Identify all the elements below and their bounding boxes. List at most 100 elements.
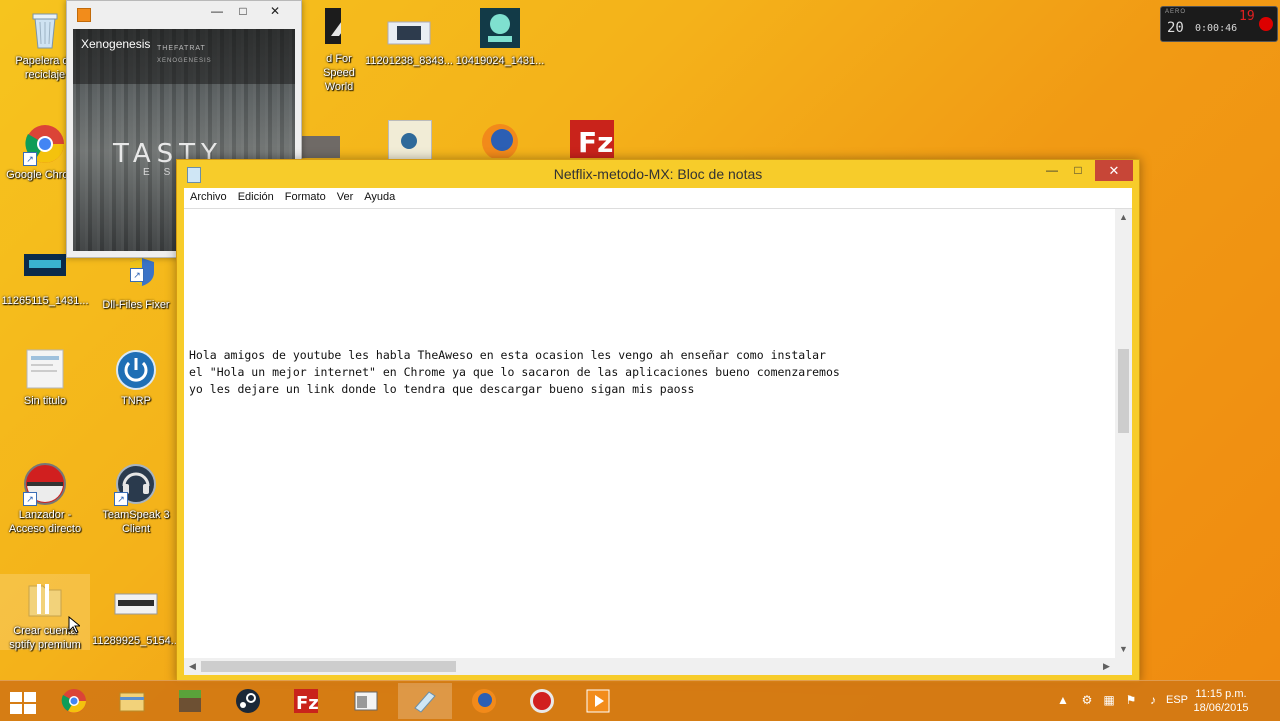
widget-left-value: 20 bbox=[1167, 20, 1184, 36]
menu-ver[interactable]: Ver bbox=[331, 188, 359, 203]
desktop-icon-tnrp[interactable]: TNRP bbox=[91, 348, 181, 408]
horizontal-scroll-thumb[interactable] bbox=[201, 661, 456, 672]
widget-label: AERO bbox=[1165, 9, 1187, 15]
editor-area[interactable]: Hola amigos de youtube les habla TheAwes… bbox=[184, 208, 1132, 675]
desktop-icon-partial-game[interactable] bbox=[388, 120, 432, 160]
language-indicator[interactable]: ESP bbox=[1166, 694, 1188, 706]
nfs-icon bbox=[297, 6, 361, 50]
desktop-icon-partial-firefox[interactable] bbox=[478, 120, 522, 160]
minecraft-icon bbox=[179, 690, 201, 712]
window-icon bbox=[354, 691, 378, 711]
desktop-icon-label: Dll-Files Fixer bbox=[102, 299, 170, 311]
chrome-icon: ↗ bbox=[23, 122, 67, 166]
volume-icon[interactable]: ♪ bbox=[1146, 693, 1160, 707]
svg-text:Fz: Fz bbox=[296, 693, 319, 714]
taskbar-steam[interactable] bbox=[222, 683, 276, 719]
desktop-icon-partial-filezilla[interactable]: Fz bbox=[570, 120, 614, 159]
notepad-titlebar[interactable]: Netflix-metodo-MX: Bloc de notas — □ ✕ bbox=[177, 160, 1139, 188]
desktop-icon-lanzador[interactable]: ↗ Lanzador - Acceso directo bbox=[0, 462, 90, 536]
scroll-down-arrow-icon[interactable]: ▼ bbox=[1115, 641, 1132, 658]
scrollbar-corner bbox=[1115, 658, 1132, 675]
desktop-icon-sin-titulo[interactable]: Sin titulo bbox=[0, 348, 90, 408]
taskbar-recorder[interactable] bbox=[516, 683, 570, 719]
show-hidden-icons-icon[interactable]: ▲ bbox=[1056, 693, 1070, 707]
media-player-icon bbox=[77, 8, 91, 22]
notepad-window[interactable]: Netflix-metodo-MX: Bloc de notas — □ ✕ A… bbox=[176, 159, 1140, 683]
text-content[interactable]: Hola amigos de youtube les habla TheAwes… bbox=[184, 209, 1115, 658]
taskbar-media-player[interactable] bbox=[572, 683, 626, 719]
desktop-icon-label: Lanzador - Acceso directo bbox=[8, 509, 82, 535]
desktop-icon-dll-files-fixer[interactable]: ↗ Dll-Files Fixer bbox=[91, 252, 181, 312]
desktop-icon-teamspeak[interactable]: ↗ TeamSpeak 3 Client bbox=[91, 462, 181, 536]
taskbar-firefox[interactable] bbox=[458, 683, 512, 719]
record-indicator-icon[interactable] bbox=[1259, 17, 1273, 31]
tray-action-center-icon[interactable]: ⚑ bbox=[1124, 693, 1138, 707]
tray-app-icon[interactable]: ⚙ bbox=[1080, 693, 1094, 707]
firefox-icon bbox=[482, 124, 518, 160]
taskbar-minecraft[interactable] bbox=[164, 683, 218, 719]
tray-network-icon[interactable]: ▦ bbox=[1102, 693, 1116, 707]
window-title: Netflix-metodo-MX: Bloc de notas bbox=[553, 166, 763, 182]
image-file-icon bbox=[23, 248, 67, 292]
image-file-icon bbox=[23, 348, 67, 392]
vertical-scroll-thumb[interactable] bbox=[1118, 349, 1129, 433]
clock-time: 11:15 p.m. bbox=[1195, 688, 1247, 700]
menu-bar: Archivo Edición Formato Ver Ayuda bbox=[184, 188, 1132, 208]
clock[interactable]: 11:15 p.m. 18/06/2015 bbox=[1186, 687, 1256, 715]
taskbar-chrome[interactable] bbox=[48, 683, 102, 719]
taskbar-notepad[interactable] bbox=[398, 683, 452, 719]
text-line: el "Hola un mejor internet" en Chrome ya… bbox=[189, 365, 840, 379]
shortcut-arrow-icon: ↗ bbox=[23, 152, 37, 166]
scroll-right-arrow-icon[interactable]: ▶ bbox=[1098, 658, 1115, 675]
player-minimize-button[interactable]: — bbox=[207, 4, 227, 18]
taskbar-filezilla[interactable]: Fz bbox=[280, 683, 334, 719]
desktop-icon-label: TNRP bbox=[121, 395, 151, 407]
recording-widget: AERO 20 0:00:46 19 bbox=[1160, 6, 1278, 42]
desktop-icon-label: 11289925_5154... bbox=[92, 635, 180, 647]
text-line: Hola amigos de youtube les habla TheAwes… bbox=[189, 348, 826, 362]
track-title: Xenogenesis bbox=[81, 37, 151, 51]
desktop-icon-crear-cuenta[interactable]: Crear cuenta sptify premium bbox=[0, 574, 90, 651]
menu-archivo[interactable]: Archivo bbox=[184, 188, 232, 203]
desktop-icon-label: 10419024_1431... bbox=[455, 55, 545, 67]
shortcut-arrow-icon: ↗ bbox=[114, 492, 128, 506]
image-file-icon bbox=[478, 8, 522, 52]
widget-right-value: 19 bbox=[1239, 9, 1255, 24]
desktop-icon-image-11289925[interactable]: 11289925_5154... bbox=[91, 588, 181, 648]
teamspeak-icon: ↗ bbox=[114, 462, 158, 506]
record-icon bbox=[530, 689, 554, 713]
media-player-icon bbox=[586, 689, 610, 713]
shortcut-arrow-icon: ↗ bbox=[23, 492, 37, 506]
widget-time: 0:00:46 bbox=[1195, 23, 1238, 34]
recycle-bin-icon bbox=[23, 8, 67, 52]
player-close-button[interactable]: ✕ bbox=[265, 4, 285, 18]
menu-ayuda[interactable]: Ayuda bbox=[358, 188, 400, 203]
firefox-icon bbox=[472, 689, 496, 713]
player-titlebar[interactable]: — □ ✕ bbox=[67, 1, 301, 27]
minimize-button[interactable]: — bbox=[1039, 160, 1065, 181]
player-maximize-button[interactable]: □ bbox=[233, 4, 253, 18]
taskbar-file-explorer[interactable] bbox=[106, 683, 160, 719]
scroll-left-arrow-icon[interactable]: ◀ bbox=[184, 658, 201, 675]
menu-edicion[interactable]: Edición bbox=[232, 188, 279, 203]
desktop-icon-image-11201238[interactable]: 11201238_8343... bbox=[364, 8, 454, 68]
windows-logo-icon bbox=[10, 692, 36, 714]
horizontal-scrollbar[interactable]: ◀ ▶ bbox=[184, 658, 1115, 675]
album-subtitle: XENOGENESIS bbox=[157, 58, 212, 64]
maximize-button[interactable]: □ bbox=[1065, 160, 1091, 181]
menu-formato[interactable]: Formato bbox=[279, 188, 331, 203]
image-file-icon bbox=[114, 588, 158, 632]
image-file-icon bbox=[387, 8, 431, 52]
chrome-icon bbox=[61, 689, 86, 713]
filezilla-icon: Fz bbox=[578, 126, 613, 159]
game-icon bbox=[401, 133, 417, 149]
desktop-icon-partial-photo[interactable] bbox=[302, 136, 340, 158]
close-button[interactable]: ✕ bbox=[1095, 160, 1133, 181]
scroll-up-arrow-icon[interactable]: ▲ bbox=[1115, 209, 1132, 226]
desktop-icon-image-10419024[interactable]: 10419024_1431... bbox=[455, 8, 545, 68]
notepad-icon bbox=[414, 691, 436, 713]
taskbar-window-preview[interactable] bbox=[340, 683, 394, 719]
start-button[interactable] bbox=[0, 683, 46, 719]
system-tray: ▲ ⚙ ▦ ⚑ ♪ ESP 11:15 p.m. 18/06/2015 bbox=[1050, 681, 1280, 721]
vertical-scrollbar[interactable]: ▲ ▼ bbox=[1115, 209, 1132, 658]
